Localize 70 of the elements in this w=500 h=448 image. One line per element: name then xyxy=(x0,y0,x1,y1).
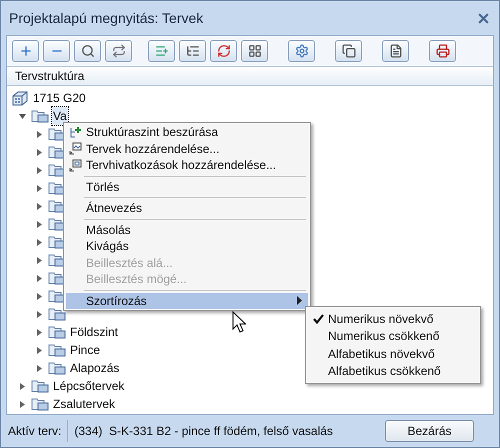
menu-item[interactable]: Másolás xyxy=(66,222,308,238)
column-header[interactable]: Tervstruktúra xyxy=(7,66,493,86)
folder-icon xyxy=(48,199,66,213)
folder-icon xyxy=(48,343,66,357)
grid-icon xyxy=(248,44,262,58)
folder-icon xyxy=(31,397,49,411)
submenu-item[interactable]: Alfabetikus növekvő xyxy=(308,345,478,362)
toolbar-button[interactable] xyxy=(12,40,39,62)
window-title: Projektalapú megnyitás: Tervek xyxy=(9,8,204,28)
toolbar-button[interactable] xyxy=(382,40,409,62)
toolbar-button[interactable] xyxy=(74,40,101,62)
refresh-icon xyxy=(216,44,230,58)
folder-icon xyxy=(31,379,49,393)
folder-icon xyxy=(48,325,66,339)
close-button[interactable]: Bezárás xyxy=(385,420,474,442)
copy-icon xyxy=(342,44,356,58)
menu-item[interactable]: Szortírozás xyxy=(66,292,308,309)
toolbar-button[interactable] xyxy=(241,40,268,62)
list-plus-icon xyxy=(154,44,168,58)
folder-icon xyxy=(48,361,66,375)
menu-item[interactable]: Struktúraszint beszúrása xyxy=(66,124,308,140)
toolbar-button[interactable] xyxy=(335,40,362,62)
folder-icon xyxy=(48,307,66,321)
tree-item-label[interactable]: Földszint xyxy=(69,323,120,341)
folder-icon xyxy=(48,235,66,249)
assign-reference-icon xyxy=(69,158,82,172)
menu-item[interactable]: Kivágás xyxy=(66,238,308,254)
insert-level-icon xyxy=(69,126,82,139)
tree-item-label[interactable]: Pince xyxy=(69,341,102,359)
settings-icon xyxy=(294,44,308,58)
search-icon xyxy=(80,44,94,58)
checkmark-icon xyxy=(312,314,324,324)
document-icon xyxy=(388,44,402,58)
folder-icon xyxy=(48,145,66,159)
tree-item-label[interactable]: Va xyxy=(52,107,68,125)
submenu-item[interactable]: Alfabetikus csökkenő xyxy=(308,362,478,380)
submenu-item[interactable]: Numerikus növekvő xyxy=(308,310,478,328)
menu-item[interactable]: Tervhivatkozások hozzárendelése... xyxy=(66,157,308,174)
active-plan-text: (334) S-K-331 B2 - pince ff födém, felső vasalás xyxy=(74,423,334,440)
folder-icon xyxy=(48,217,66,231)
tree-item-label[interactable]: 1715 G20 xyxy=(32,89,87,107)
expanded-triangle-icon[interactable] xyxy=(18,112,27,120)
status-label: Aktív terv: xyxy=(8,423,62,440)
plus-icon xyxy=(18,44,32,58)
folder-icon xyxy=(48,253,66,267)
tree-item-label[interactable]: Zsalutervek xyxy=(52,395,116,413)
submenu-arrow-icon xyxy=(297,296,302,306)
tree-item-label[interactable]: Lépcsőtervek xyxy=(52,377,126,395)
printer-icon xyxy=(436,44,450,58)
folder-icon xyxy=(31,109,49,123)
toolbar-button[interactable] xyxy=(210,40,237,62)
folder-icon xyxy=(48,163,66,177)
folder-icon xyxy=(48,181,66,195)
submenu-item[interactable]: Numerikus csökkenő xyxy=(308,328,478,345)
building-icon xyxy=(11,90,29,106)
swap-arrows-icon xyxy=(112,44,126,58)
close-icon[interactable] xyxy=(476,10,491,26)
menu-item[interactable]: Tervek hozzárendelése... xyxy=(66,140,308,157)
menu-item[interactable]: Törlés xyxy=(66,178,308,195)
tree-item-label[interactable]: Alapozás xyxy=(69,359,120,377)
menu-item[interactable]: Átnevezés xyxy=(66,200,308,216)
assign-plan-icon xyxy=(69,142,82,156)
list-tree-icon xyxy=(186,44,200,58)
toolbar-button[interactable] xyxy=(429,40,456,62)
toolbar-button[interactable] xyxy=(288,40,315,62)
toolbar-button[interactable] xyxy=(105,40,132,62)
toolbar-button[interactable] xyxy=(179,40,206,62)
folder-icon xyxy=(48,127,66,141)
folder-icon xyxy=(48,271,66,285)
folder-icon xyxy=(48,289,66,303)
